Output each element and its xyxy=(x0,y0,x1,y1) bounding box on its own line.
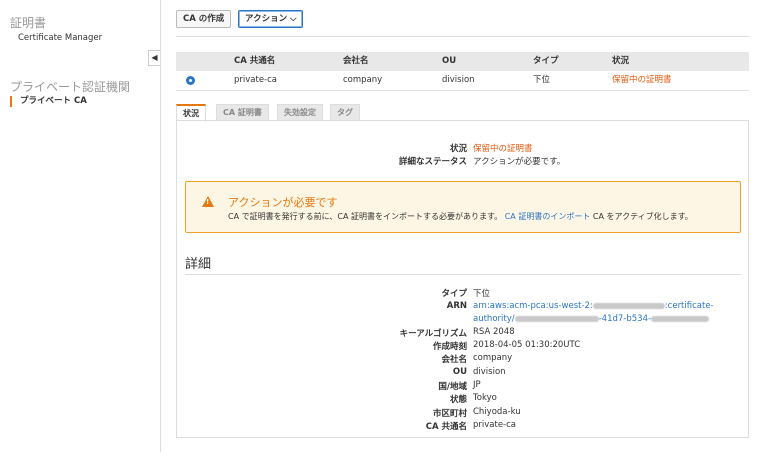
tab-ca-certificate[interactable]: CA 証明書 xyxy=(216,104,269,121)
redacted-id-part2 xyxy=(651,315,710,322)
row-select-radio[interactable] xyxy=(186,76,195,85)
detailed-status-label: 詳細なステータス xyxy=(398,157,467,167)
arn-value-line1[interactable]: arn:aws:acm-pca:us-west-2: :certificate- xyxy=(473,301,714,311)
status-label: 状況 xyxy=(449,144,467,154)
cell-common-name: private-ca xyxy=(234,75,278,85)
key-algorithm-value: RSA 2048 xyxy=(473,327,515,337)
app-root: 証明書 Certificate Manager プライベート認証機関 プライベー… xyxy=(0,0,768,468)
created-value: 2018-04-05 01:30:20UTC xyxy=(473,340,581,350)
arn-prefix: arn:aws:acm-pca:us-west-2: xyxy=(473,301,593,311)
column-header-ou[interactable]: OU xyxy=(442,52,456,71)
column-header-status[interactable]: 状況 xyxy=(612,52,629,71)
cell-status: 保留中の証明書 xyxy=(612,75,672,85)
ca-common-name-label: CA 共通名 xyxy=(425,422,467,432)
ou-label: OU xyxy=(452,367,467,377)
company-value: company xyxy=(473,353,513,363)
warning-icon-mark: ! xyxy=(206,198,210,206)
action-required-alert: ! アクションが必要です CA で証明書を発行する前に、CA 証明書をインポート… xyxy=(185,181,741,233)
import-ca-certificate-link[interactable]: CA 証明書のインポート xyxy=(505,212,591,221)
created-label: 作成時刻 xyxy=(432,342,467,352)
sidebar: 証明書 Certificate Manager プライベート認証機関 プライベー… xyxy=(0,0,160,468)
city-value: Chiyoda-ku xyxy=(473,407,521,417)
table-header: CA 共通名 会社名 OU タイプ 状況 xyxy=(176,52,749,71)
actions-dropdown-button[interactable]: アクション ⌵ xyxy=(238,10,304,28)
city-label: 市区町村 xyxy=(432,409,467,419)
tab-revocation[interactable]: 失効設定 xyxy=(277,104,323,121)
cell-company: company xyxy=(343,75,383,85)
column-header-common-name[interactable]: CA 共通名 xyxy=(234,52,275,71)
arn-suffix: :certificate- xyxy=(664,301,714,311)
create-ca-button[interactable]: CA の作成 xyxy=(176,10,232,28)
status-panel: 状況 保留中の証明書 詳細なステータス アクションが必要です。 ! アクションが… xyxy=(176,120,749,438)
sidebar-divider xyxy=(160,0,161,452)
alert-title: アクションが必要です xyxy=(228,196,338,209)
state-label: 状態 xyxy=(449,395,467,405)
sidebar-item-certificate-manager[interactable]: Certificate Manager xyxy=(18,33,102,43)
alert-message-tail: CA をアクティブ化します。 xyxy=(590,212,693,221)
details-divider xyxy=(185,274,741,275)
state-value: Tokyo xyxy=(473,393,497,403)
cell-type: 下位 xyxy=(533,75,551,85)
ca-common-name-value: private-ca xyxy=(473,420,517,430)
column-header-type[interactable]: タイプ xyxy=(533,52,559,71)
country-label: 国/地域 xyxy=(438,382,467,392)
toolbar-divider xyxy=(176,36,749,37)
column-header-company[interactable]: 会社名 xyxy=(343,52,369,71)
collapse-sidebar-icon[interactable]: ◀ xyxy=(148,50,160,66)
arn-value-line2[interactable]: authority/ -41d7-b534- xyxy=(473,314,710,324)
ou-value: division xyxy=(473,367,506,377)
cell-ou: division xyxy=(442,75,475,85)
alert-message-text: CA で証明書を発行する前に、CA 証明書をインポートする必要があります。 xyxy=(228,212,503,221)
key-algorithm-label: キーアルゴリズム xyxy=(399,329,467,339)
arn-authority: authority/ xyxy=(473,314,515,324)
table-row[interactable]: private-ca company division 下位 保留中の証明書 xyxy=(176,71,749,91)
type-value: 下位 xyxy=(473,289,491,299)
sidebar-heading-certificates[interactable]: 証明書 xyxy=(10,14,46,31)
company-label: 会社名 xyxy=(441,355,467,365)
alert-message: CA で証明書を発行する前に、CA 証明書をインポートする必要があります。 CA… xyxy=(228,211,693,222)
tab-tags[interactable]: タグ xyxy=(330,104,360,121)
redacted-account-id xyxy=(592,302,665,309)
arn-id-middle: -41d7-b534- xyxy=(598,314,652,324)
sidebar-item-private-ca[interactable]: プライベート CA xyxy=(10,96,87,107)
redacted-id-part1 xyxy=(514,315,599,322)
status-value: 保留中の証明書 xyxy=(473,144,533,154)
details-heading: 詳細 xyxy=(185,257,212,272)
sidebar-heading-private-ca[interactable]: プライベート認証機関 xyxy=(10,78,130,95)
country-value: JP xyxy=(473,380,481,390)
detailed-status-value: アクションが必要です。 xyxy=(473,157,566,167)
arn-label: ARN xyxy=(446,301,467,311)
type-label: タイプ xyxy=(441,289,467,299)
